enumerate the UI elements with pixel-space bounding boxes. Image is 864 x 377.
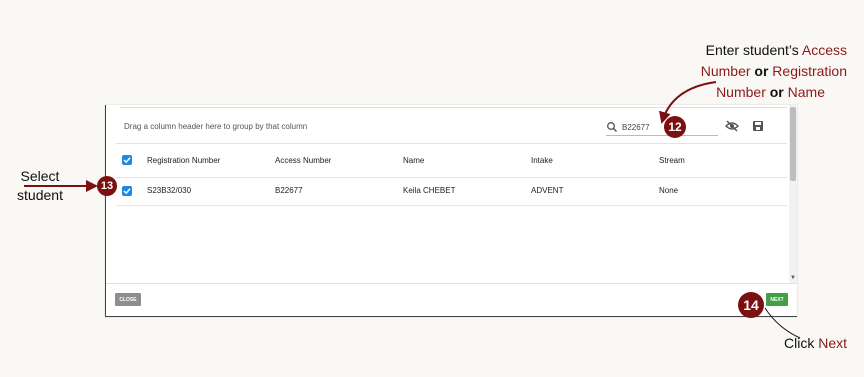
next-instruction: Click Next bbox=[784, 333, 847, 354]
text: student bbox=[17, 187, 63, 203]
text-bold: or bbox=[769, 84, 784, 100]
text: Enter student’s bbox=[705, 42, 802, 58]
step-badge-14: 14 bbox=[738, 292, 764, 318]
text: Click bbox=[784, 335, 819, 351]
text-accent: Next bbox=[818, 335, 848, 351]
text-accent: Access bbox=[801, 42, 847, 58]
search-instruction: Enter student’s Access Number or Registr… bbox=[681, 40, 847, 103]
text-accent: Name bbox=[787, 84, 825, 100]
step-badge-12: 12 bbox=[664, 116, 686, 138]
text: Select bbox=[20, 168, 60, 184]
text-accent: Number bbox=[716, 84, 766, 100]
step-badge-13: 13 bbox=[97, 176, 117, 196]
text-accent: Registration bbox=[772, 63, 847, 79]
text-accent: Number bbox=[700, 63, 751, 79]
select-instruction: Select student bbox=[12, 167, 68, 205]
text-bold: or bbox=[754, 63, 769, 79]
